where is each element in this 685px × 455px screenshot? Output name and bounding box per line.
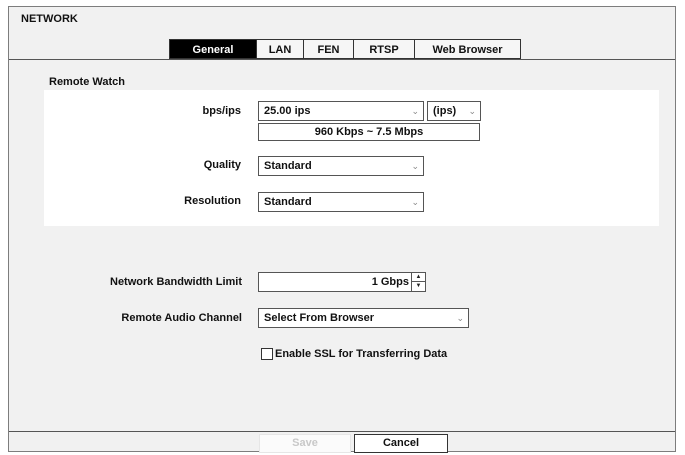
- window-title: NETWORK: [21, 13, 78, 25]
- chevron-down-icon: ⌄: [411, 161, 419, 171]
- chevron-down-icon: ⌄: [411, 197, 419, 207]
- bandwidth-limit-spinner[interactable]: 1 Gbps ▲ ▼: [258, 272, 426, 292]
- bandwidth-limit-value: 1 Gbps: [371, 276, 409, 288]
- quality-label: Quality: [203, 159, 241, 171]
- resolution-dropdown[interactable]: Standard ⌄: [258, 192, 424, 212]
- chevron-down-icon: ⌄: [456, 313, 464, 323]
- tab-web-browser[interactable]: Web Browser: [415, 39, 521, 59]
- tab-fen[interactable]: FEN: [304, 39, 354, 59]
- audio-channel-label: Remote Audio Channel: [121, 312, 242, 324]
- chevron-down-icon: ⌄: [468, 106, 476, 116]
- tab-general[interactable]: General: [169, 39, 257, 59]
- arrow-up-icon[interactable]: ▲: [412, 273, 425, 282]
- tab-content-divider: [9, 59, 675, 60]
- bps-ips-dropdown[interactable]: 25.00 ips ⌄: [258, 101, 424, 121]
- ssl-option: Enable SSL for Transferring Data: [261, 348, 447, 360]
- bps-unit-value: (ips): [433, 105, 457, 117]
- remote-watch-panel: bps/ips 25.00 ips ⌄ (ips) ⌄ 960 Kbps ~ 7…: [44, 90, 659, 226]
- ssl-checkbox[interactable]: [261, 348, 273, 360]
- chevron-down-icon: ⌄: [411, 106, 419, 116]
- resolution-value: Standard: [264, 196, 312, 208]
- tab-rtsp[interactable]: RTSP: [354, 39, 415, 59]
- tab-bar: General LAN FEN RTSP Web Browser: [169, 39, 521, 59]
- bps-ips-label: bps/ips: [202, 105, 241, 117]
- ssl-label: Enable SSL for Transferring Data: [275, 348, 448, 360]
- network-settings-window: NETWORK General LAN FEN RTSP Web Browser…: [8, 6, 676, 453]
- quality-value: Standard: [264, 160, 312, 172]
- footer-divider: [9, 431, 675, 432]
- bps-unit-dropdown[interactable]: (ips) ⌄: [427, 101, 481, 121]
- bandwidth-limit-label: Network Bandwidth Limit: [110, 276, 242, 288]
- remote-watch-section-label: Remote Watch: [49, 76, 125, 88]
- audio-channel-dropdown[interactable]: Select From Browser ⌄: [258, 308, 469, 328]
- bandwidth-range-display: 960 Kbps ~ 7.5 Mbps: [258, 123, 480, 141]
- resolution-label: Resolution: [184, 195, 241, 207]
- save-button[interactable]: Save: [259, 434, 351, 453]
- audio-channel-value: Select From Browser: [264, 312, 375, 324]
- tab-lan[interactable]: LAN: [257, 39, 304, 59]
- arrow-down-icon[interactable]: ▼: [412, 282, 425, 291]
- bps-ips-value: 25.00 ips: [264, 105, 311, 117]
- cancel-button[interactable]: Cancel: [354, 434, 448, 453]
- quality-dropdown[interactable]: Standard ⌄: [258, 156, 424, 176]
